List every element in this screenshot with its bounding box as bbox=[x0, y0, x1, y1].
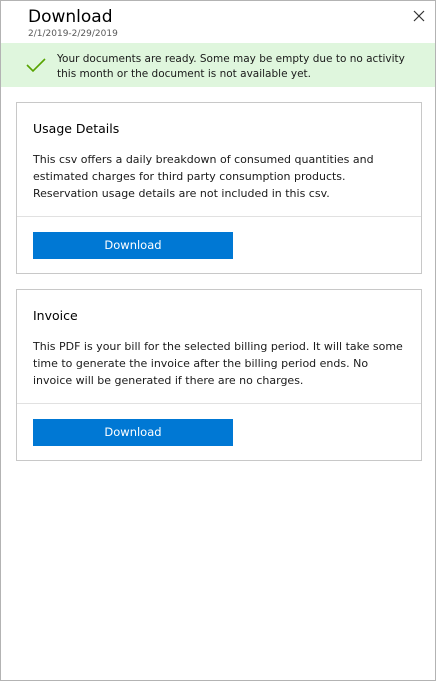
success-banner: Your documents are ready. Some may be em… bbox=[1, 43, 435, 87]
download-invoice-button[interactable]: Download bbox=[33, 419, 233, 446]
checkmark-icon bbox=[26, 57, 46, 73]
invoice-card: Invoice This PDF is your bill for the se… bbox=[16, 289, 422, 461]
download-usage-button[interactable]: Download bbox=[33, 232, 233, 259]
card-title: Usage Details bbox=[33, 121, 120, 136]
usage-details-card: Usage Details This csv offers a daily br… bbox=[16, 102, 422, 274]
card-divider bbox=[17, 403, 421, 404]
download-panel: Download 2/1/2019-2/29/2019 Your documen… bbox=[0, 0, 436, 681]
card-description: This csv offers a daily breakdown of con… bbox=[33, 153, 374, 200]
card-divider bbox=[17, 216, 421, 217]
card-title: Invoice bbox=[33, 308, 78, 323]
date-range: 2/1/2019-2/29/2019 bbox=[28, 29, 118, 39]
card-description: This PDF is your bill for the selected b… bbox=[33, 340, 403, 387]
close-icon[interactable] bbox=[411, 8, 427, 24]
panel-header: Download 2/1/2019-2/29/2019 bbox=[1, 1, 435, 43]
panel-title: Download bbox=[28, 7, 113, 27]
banner-message: Your documents are ready. Some may be em… bbox=[57, 53, 405, 80]
